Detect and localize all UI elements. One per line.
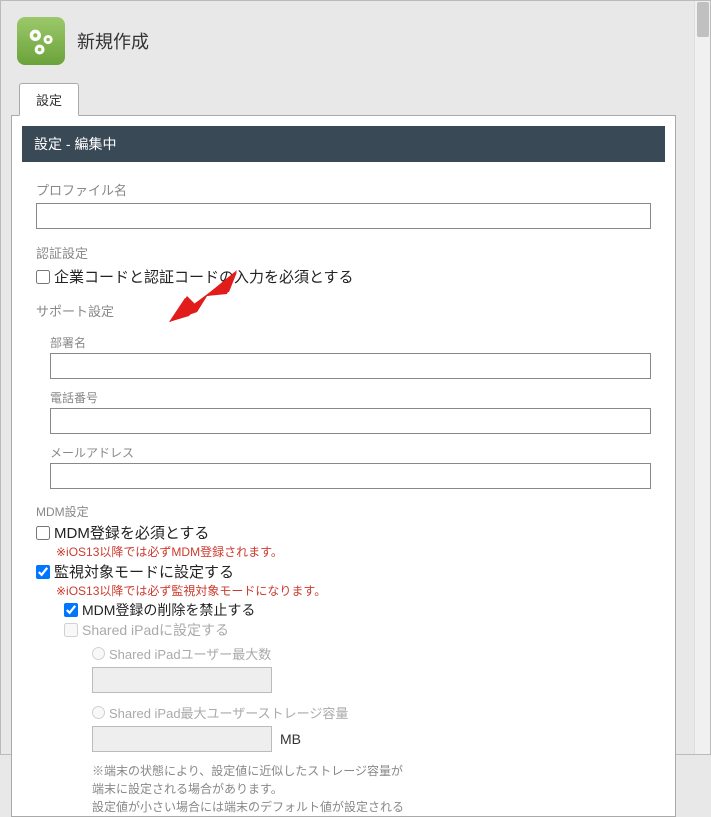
mdm-delete-forbid-label: MDM登録の削除を禁止する: [82, 600, 255, 620]
shared-ipad-maxusers-label: Shared iPadユーザー最大数: [109, 644, 271, 663]
storage-hint-line2: 端末に設定される場合があります。: [92, 780, 651, 798]
email-input[interactable]: [50, 463, 651, 489]
dept-input[interactable]: [50, 353, 651, 379]
mdm-required-checkbox[interactable]: [36, 526, 50, 540]
vertical-scrollbar[interactable]: [694, 1, 710, 754]
scrollbar-thumb[interactable]: [697, 2, 709, 37]
profile-name-label: プロファイル名: [36, 180, 651, 199]
shared-ipad-storage-radio[interactable]: [92, 706, 105, 719]
mdm-delete-forbid-checkbox[interactable]: [64, 603, 78, 617]
shared-ipad-label: Shared iPadに設定する: [82, 620, 229, 640]
storage-hint-line1: ※端末の状態により、設定値に近似したストレージ容量が: [92, 762, 651, 780]
mdm-required-hint: ※iOS13以降では必ずMDM登録されます。: [36, 543, 651, 561]
supervised-mode-label: 監視対象モードに設定する: [54, 561, 234, 582]
email-label: メールアドレス: [50, 444, 651, 461]
phone-input[interactable]: [50, 408, 651, 434]
support-section-label: サポート設定: [36, 301, 651, 320]
panel-heading: 設定 - 編集中: [22, 126, 665, 162]
settings-panel: 設定 - 編集中 プロファイル名 認証設定 企業コードと認証コードの入力を必須と…: [11, 115, 676, 817]
gear-icon: [17, 17, 65, 65]
profile-name-input[interactable]: [36, 203, 651, 229]
auth-required-checkbox[interactable]: [36, 270, 50, 284]
page-header: 新規作成: [11, 11, 676, 83]
supervised-mode-checkbox[interactable]: [36, 565, 50, 579]
tab-settings[interactable]: 設定: [19, 83, 79, 116]
auth-required-label: 企業コードと認証コードの入力を必須とする: [54, 266, 354, 287]
shared-ipad-maxusers-radio[interactable]: [92, 647, 105, 660]
shared-ipad-maxusers-input[interactable]: [92, 667, 272, 693]
phone-label: 電話番号: [50, 389, 651, 406]
shared-ipad-checkbox[interactable]: [64, 623, 78, 637]
storage-unit-label: MB: [280, 731, 301, 747]
shared-ipad-storage-input[interactable]: [92, 726, 272, 752]
supervised-hint: ※iOS13以降では必ず監視対象モードになります。: [36, 582, 651, 600]
dept-label: 部署名: [50, 334, 651, 351]
page-title: 新規作成: [77, 28, 149, 54]
mdm-required-label: MDM登録を必須とする: [54, 522, 209, 543]
auth-section-label: 認証設定: [36, 243, 651, 262]
mdm-section-label: MDM設定: [36, 503, 651, 520]
storage-hint-line3: 設定値が小さい場合には端末のデフォルト値が設定される: [92, 798, 651, 816]
shared-ipad-storage-label: Shared iPad最大ユーザーストレージ容量: [109, 703, 348, 722]
